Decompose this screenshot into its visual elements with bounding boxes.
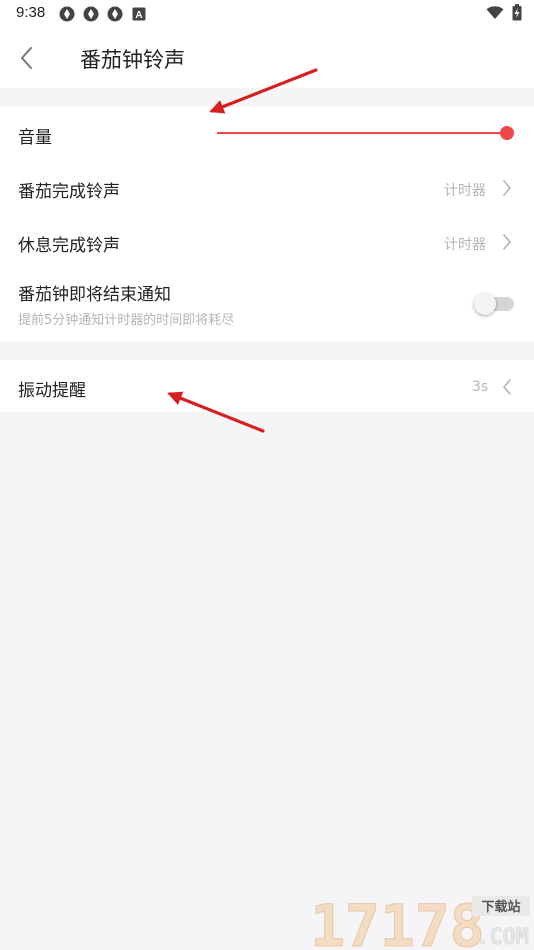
status-notification-icons: A (58, 5, 148, 23)
volume-slider-track[interactable] (217, 132, 507, 134)
chevron-right-icon (503, 180, 511, 196)
svg-text:.COM: .COM (476, 925, 529, 950)
site-watermark-logo: 17178 下载站 .COM (310, 892, 530, 950)
ending-notice-label: 番茄钟即将结束通知 (18, 285, 171, 305)
volume-label: 音量 (18, 128, 52, 148)
rest-done-sound-label: 休息完成铃声 (18, 236, 120, 256)
vibration-value: 3s (472, 379, 489, 395)
vibration-card: 振动提醒 3s (0, 360, 534, 412)
volume-slider-thumb[interactable] (500, 126, 514, 140)
chevron-left-icon (503, 379, 511, 395)
status-system-icons (486, 4, 522, 25)
wifi-icon (486, 5, 504, 24)
app-notification-icon (106, 5, 124, 23)
svg-text:A: A (135, 10, 142, 21)
back-button[interactable] (14, 44, 42, 72)
battery-charging-icon (512, 4, 522, 25)
pomodoro-done-sound-label: 番茄完成铃声 (18, 182, 120, 202)
chevron-left-icon (21, 47, 32, 69)
chevron-right-icon (503, 234, 511, 250)
app-notification-icon (58, 5, 76, 23)
status-time: 9:38 (16, 4, 46, 21)
ending-notice-sublabel: 提前5分钟通知计时器的时间即将耗尽 (18, 313, 235, 328)
sound-settings-card: 音量 番茄完成铃声 计时器 休息完成铃声 计时器 番茄钟即将结束通知 提前5分钟… (0, 107, 534, 341)
app-notification-icon (82, 5, 100, 23)
svg-text:下载站: 下载站 (481, 899, 520, 915)
a-badge-icon: A (130, 5, 148, 23)
vibration-label: 振动提醒 (18, 381, 86, 401)
svg-text:17178: 17178 (310, 892, 485, 950)
toggle-thumb[interactable] (474, 293, 496, 315)
rest-done-sound-value: 计时器 (444, 237, 486, 253)
page-title: 番茄钟铃声 (80, 48, 185, 72)
pomodoro-done-sound-value: 计时器 (444, 183, 486, 199)
